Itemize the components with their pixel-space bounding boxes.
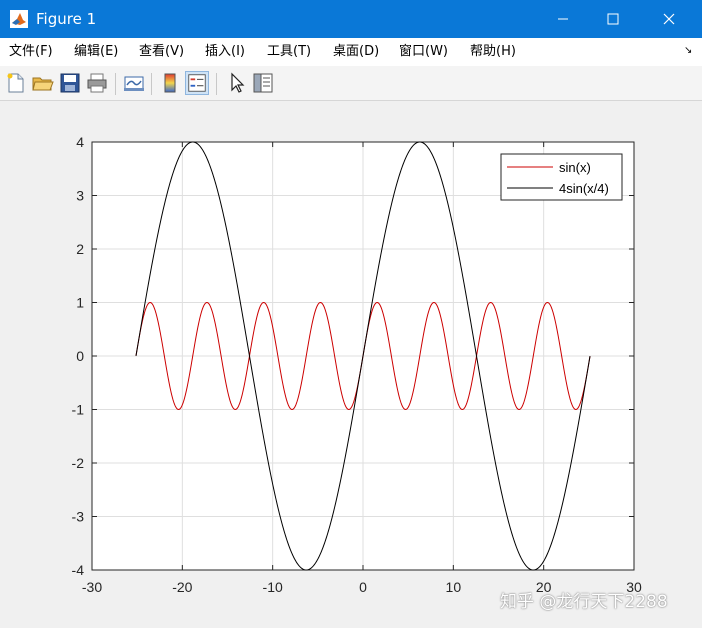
y-tick-label: -2 xyxy=(72,455,85,471)
x-tick-label: 10 xyxy=(446,579,462,595)
menu-bar: 文件(F) 编辑(E) 查看(V) 插入(I) 工具(T) 桌面(D) 窗口(W… xyxy=(0,38,702,66)
new-figure-icon[interactable] xyxy=(4,71,28,95)
legend-icon xyxy=(188,74,206,92)
toolbar-separator xyxy=(115,73,116,95)
legend-label: 4sin(x/4) xyxy=(559,181,609,196)
menu-file[interactable]: 文件(F) xyxy=(9,44,53,60)
window-title: Figure 1 xyxy=(36,10,97,28)
menu-insert[interactable]: 插入(I) xyxy=(205,44,245,60)
minimize-icon xyxy=(558,18,568,20)
menu-desktop[interactable]: 桌面(D) xyxy=(333,44,379,60)
menu-help[interactable]: 帮助(H) xyxy=(470,44,516,60)
save-icon[interactable] xyxy=(58,71,82,95)
x-tick-label: -30 xyxy=(82,579,102,595)
x-tick-label: 0 xyxy=(359,579,367,595)
property-editor-icon[interactable] xyxy=(251,71,275,95)
y-tick-label: 2 xyxy=(76,241,84,257)
legend-button[interactable] xyxy=(185,71,209,95)
pointer-icon[interactable] xyxy=(225,71,249,95)
maximize-button[interactable] xyxy=(590,0,636,38)
legend-label: sin(x) xyxy=(559,160,591,175)
open-file-icon[interactable] xyxy=(31,71,55,95)
y-tick-label: 0 xyxy=(76,348,84,364)
print-icon[interactable] xyxy=(85,71,109,95)
watermark: 知乎 @龙行天下2288 xyxy=(500,592,668,612)
figure-window: Figure 1 文件(F) 编辑(E) 查看(V) 插入(I) 工具(T) 桌… xyxy=(0,0,702,628)
close-button[interactable] xyxy=(646,0,692,38)
minimize-button[interactable] xyxy=(540,0,586,38)
maximize-icon xyxy=(607,13,619,25)
y-tick-label: -4 xyxy=(72,562,85,578)
matlab-icon xyxy=(10,10,28,28)
dock-arrow-icon[interactable]: ↘ xyxy=(684,45,692,56)
colorbar-icon[interactable] xyxy=(158,71,182,95)
close-icon xyxy=(663,13,675,25)
y-tick-label: 1 xyxy=(76,295,84,311)
y-tick-label: -3 xyxy=(72,509,85,525)
link-plot-icon[interactable] xyxy=(122,71,146,95)
x-tick-label: -20 xyxy=(172,579,192,595)
menu-edit[interactable]: 编辑(E) xyxy=(74,44,118,60)
y-tick-label: 4 xyxy=(76,134,84,150)
plot[interactable]: -30 -20 -10 0 10 20 30-4-3-2-101234sin(x)4sin(… xyxy=(0,101,702,628)
menu-view[interactable]: 查看(V) xyxy=(139,44,184,60)
menu-tools[interactable]: 工具(T) xyxy=(267,44,311,60)
toolbar-separator xyxy=(151,73,152,95)
toolbar-separator xyxy=(216,73,217,95)
figure-canvas: -30 -20 -10 0 10 20 30 -4 -3 -2 -1 0 1 2 3 4 sin(x) 4sin(… xyxy=(0,101,702,628)
toolbar xyxy=(0,66,702,101)
x-tick-label: -10 xyxy=(263,579,283,595)
y-tick-label: -1 xyxy=(72,402,85,418)
y-tick-label: 3 xyxy=(76,188,84,204)
title-bar[interactable]: Figure 1 xyxy=(0,0,702,38)
menu-window[interactable]: 窗口(W) xyxy=(399,44,448,60)
